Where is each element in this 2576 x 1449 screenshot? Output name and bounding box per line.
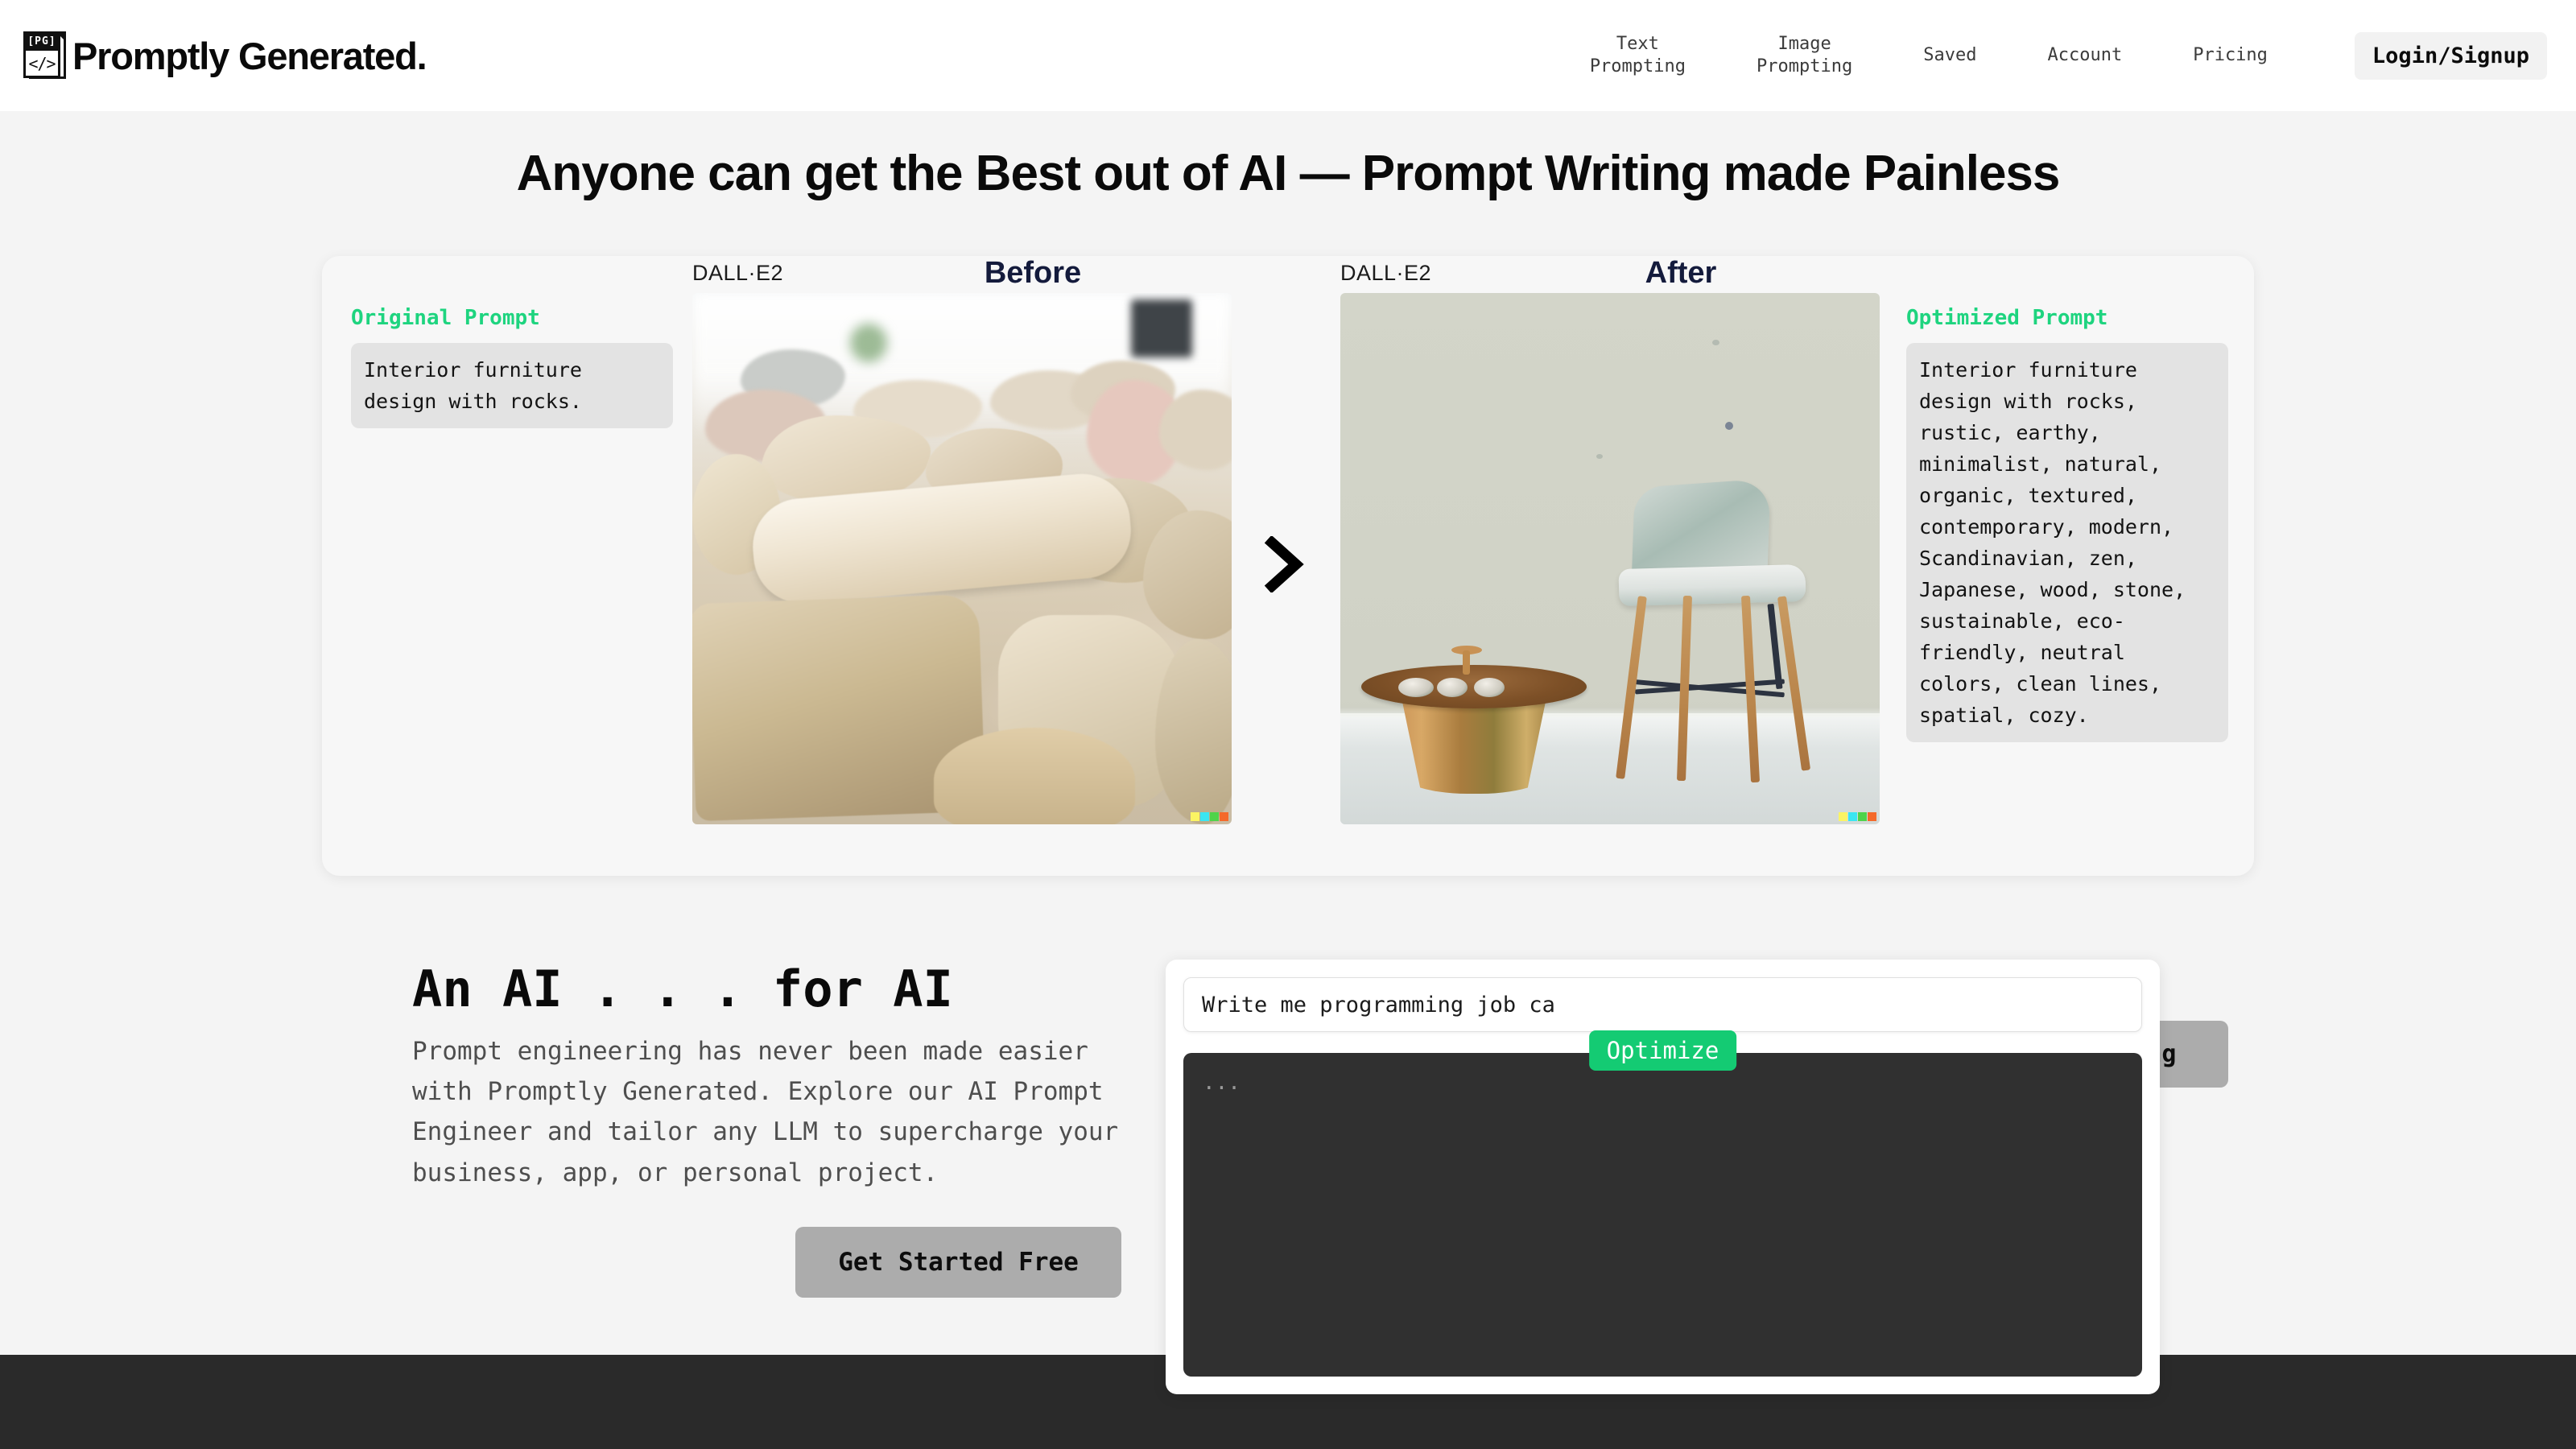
feature-paragraph: Prompt engineering has never been made e… — [412, 1037, 1119, 1187]
nav-item-image-prompting[interactable]: Image Prompting — [1721, 33, 1888, 78]
logo-code-glyph: </> — [28, 53, 56, 73]
feature-copy-block: An AI . . . for AI Prompt engineering ha… — [412, 960, 1121, 1193]
before-after-comparison-card: Original Prompt Interior furniture desig… — [322, 256, 2254, 1088]
main-navigation: Text Prompting Image Prompting Saved Acc… — [1554, 31, 2547, 80]
feature-heading: An AI . . . for AI — [412, 960, 953, 1018]
original-prompt-column: Original Prompt Interior furniture desig… — [351, 306, 673, 428]
dalle-watermark-after — [1839, 812, 1876, 821]
chair-illustration — [1611, 478, 1820, 805]
before-label: Before — [984, 256, 1082, 290]
side-table-illustration — [1361, 646, 1587, 794]
nav-item-text-prompting[interactable]: Text Prompting — [1554, 33, 1721, 78]
original-prompt-label: Original Prompt — [351, 306, 540, 330]
prompt-demo-widget: Optimize ... — [1166, 960, 2160, 1394]
before-image-block: DALL·E2 Before — [692, 256, 1232, 824]
after-image-block: DALL·E2 After — [1340, 256, 1880, 824]
optimized-prompt-text: Interior furniture design with rocks, ru… — [1906, 343, 2228, 742]
prompt-output-area: ... — [1183, 1053, 2142, 1377]
after-generated-image — [1340, 293, 1880, 824]
logo-fold-corner — [56, 31, 66, 42]
original-prompt-text: Interior furniture design with rocks. — [351, 343, 673, 428]
prompt-input[interactable] — [1183, 977, 2142, 1032]
nav-item-pricing[interactable]: Pricing — [2157, 44, 2303, 67]
page-title: Anyone can get the Best out of AI — Prom… — [516, 146, 2061, 201]
brand-name: Promptly Generated. — [72, 34, 427, 77]
nav-item-account[interactable]: Account — [2012, 44, 2157, 67]
chevron-right-icon — [1256, 536, 1312, 592]
optimized-prompt-column: Optimized Prompt Interior furniture desi… — [1906, 306, 2228, 742]
get-started-free-button[interactable]: Get Started Free — [795, 1227, 1121, 1298]
after-label: After — [1645, 256, 1717, 290]
optimized-prompt-label: Optimized Prompt — [1906, 306, 2108, 330]
promptly-generated-logo-icon: [PG] </> — [23, 31, 69, 80]
optimize-button[interactable]: Optimize — [1588, 1030, 1737, 1071]
site-header: [PG] </> Promptly Generated. Text Prompt… — [0, 0, 2576, 111]
login-signup-button[interactable]: Login/Signup — [2354, 31, 2547, 80]
brand-logo[interactable]: [PG] </> Promptly Generated. — [23, 31, 427, 80]
after-caption-row: DALL·E2 After — [1340, 256, 1880, 290]
before-generated-image — [692, 293, 1232, 824]
nav-item-saved[interactable]: Saved — [1888, 44, 2012, 67]
before-caption-row: DALL·E2 Before — [692, 256, 1232, 290]
dalle-watermark-before — [1191, 812, 1228, 821]
logo-badge-text: [PG] — [26, 34, 58, 51]
